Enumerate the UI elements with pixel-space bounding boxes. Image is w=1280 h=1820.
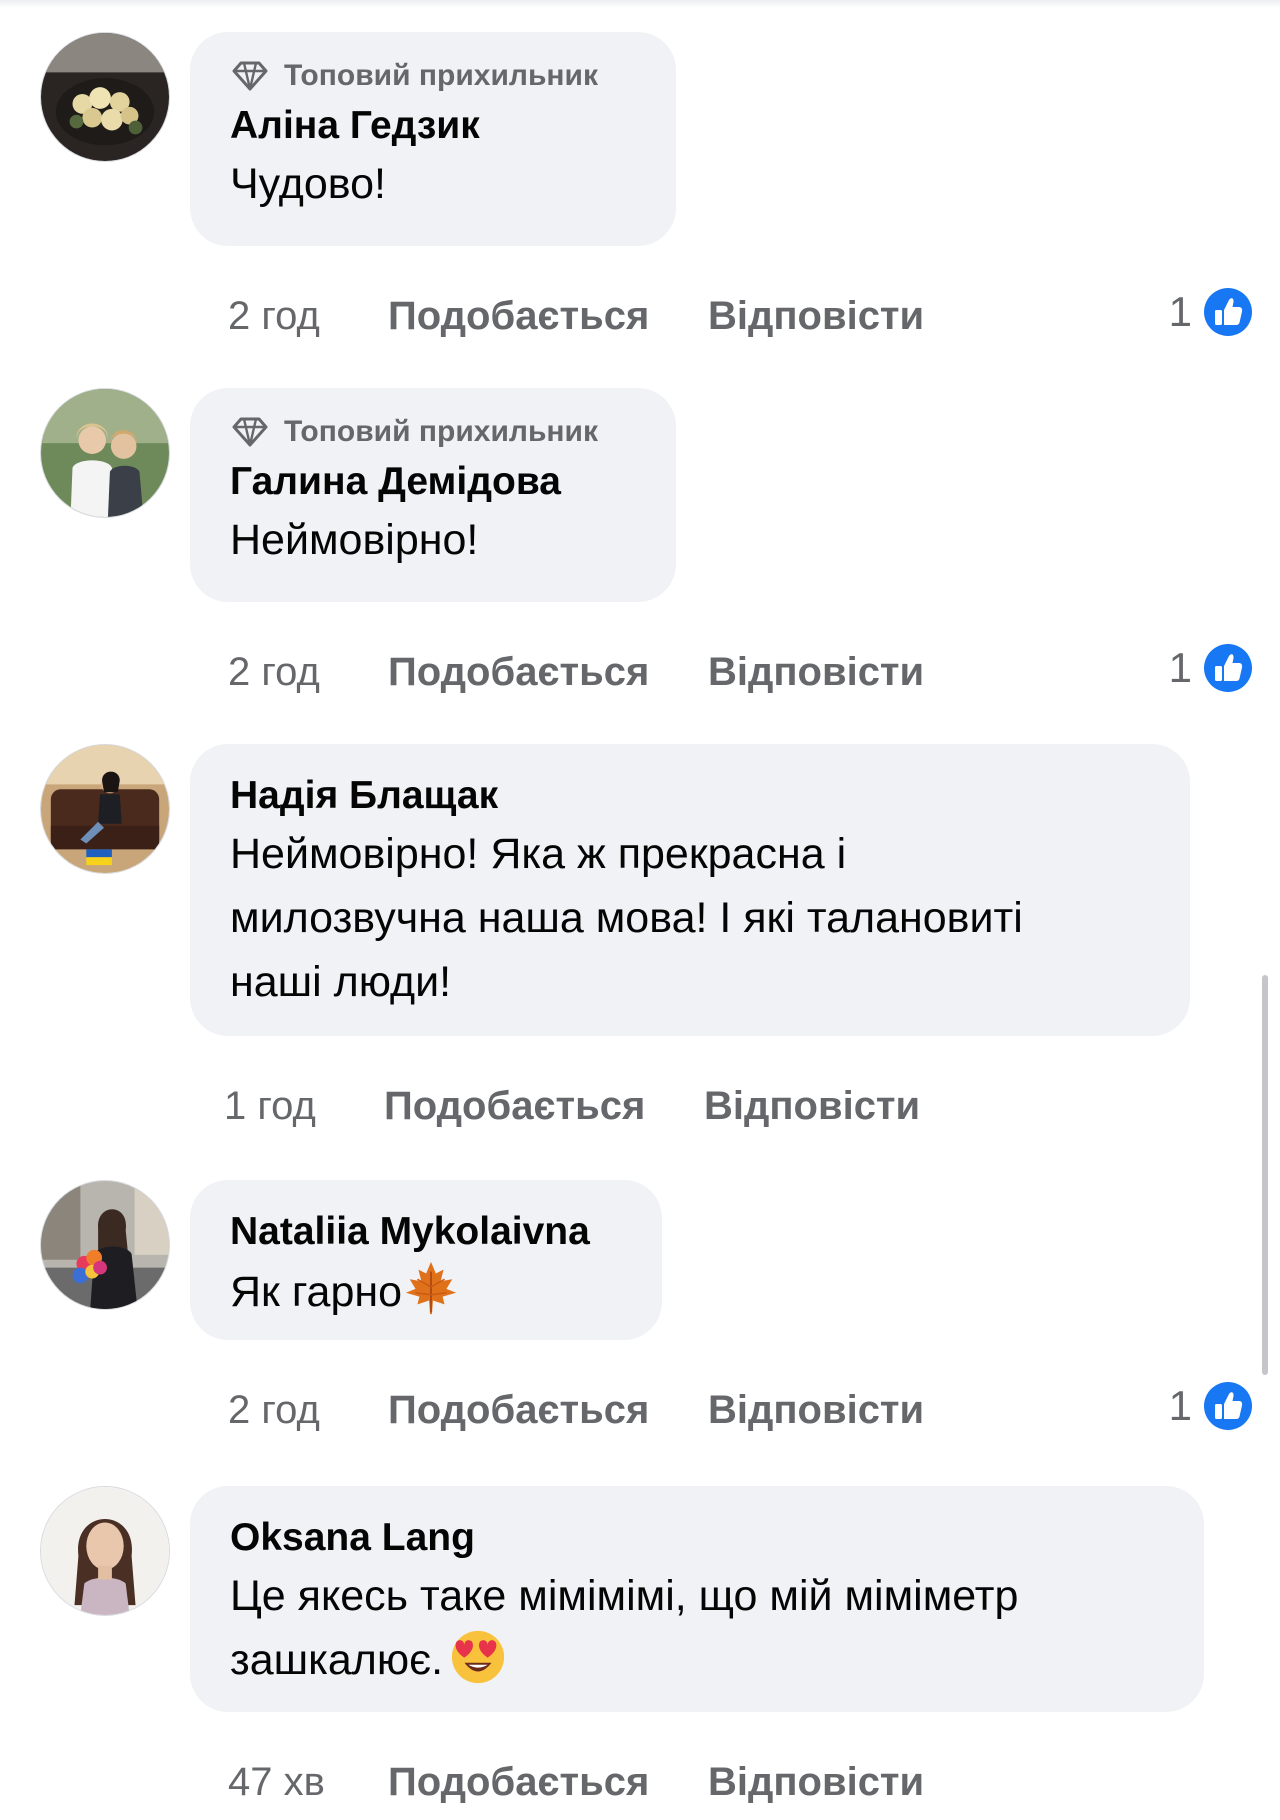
diamond-icon <box>232 417 268 447</box>
comment-bubble: Надія Блащак Неймовірно! Яка ж прекрасна… <box>190 744 1190 1036</box>
reaction-count[interactable]: 1 <box>1169 1376 1256 1436</box>
commenter-name[interactable]: Галина Демідова <box>230 456 636 508</box>
avatar-woman-bouquet-image <box>41 1181 169 1309</box>
comment-text-line: Неймовірно! Яка ж прекрасна і <box>230 830 847 878</box>
reply-button[interactable]: Відповісти <box>708 650 924 695</box>
comment-actions: 2 год Подобається Відповісти <box>228 286 924 346</box>
reaction-number: 1 <box>1168 1382 1192 1429</box>
comment-text-line: зашкалює. <box>230 1628 1164 1692</box>
comment-time[interactable]: 1 год <box>224 1084 384 1129</box>
like-button[interactable]: Подобається <box>388 1760 708 1805</box>
like-icon <box>1201 641 1255 695</box>
comment-time[interactable]: 47 хв <box>228 1760 388 1805</box>
commenter-name[interactable]: Oksana Lang <box>230 1512 1164 1564</box>
avatar[interactable] <box>40 1486 170 1616</box>
avatar[interactable] <box>40 388 170 518</box>
comment-bubble: Oksana Lang Це якесь таке мімімімі, що м… <box>190 1486 1204 1712</box>
top-fan-badge: Топовий прихильник <box>230 414 636 450</box>
comment-text-line: наші люди! <box>230 958 452 1006</box>
avatar-woman-sofa-image <box>41 745 169 873</box>
reaction-count[interactable]: 1 <box>1169 282 1256 342</box>
scrollbar[interactable] <box>1262 975 1268 1375</box>
comment-text: Чудово! <box>230 160 386 208</box>
avatar-two-women-image <box>41 389 169 517</box>
commenter-name[interactable]: Nataliia Mykolaivna <box>230 1206 622 1258</box>
maple-leaf-emoji <box>405 1261 457 1315</box>
comment-text-line: милозвучна наша мова! І які талановиті <box>230 894 1023 942</box>
reaction-number: 1 <box>1168 644 1192 691</box>
commenter-name[interactable]: Надія Блащак <box>230 770 1150 822</box>
top-divider <box>0 0 1280 8</box>
comment-actions: 2 год Подобається Відповісти <box>228 642 924 702</box>
like-button[interactable]: Подобається <box>384 1084 704 1129</box>
comment-time[interactable]: 2 год <box>228 294 388 339</box>
comment-time[interactable]: 2 год <box>228 1388 388 1433</box>
heart-eyes-emoji <box>451 1630 505 1684</box>
comment-actions: 1 год Подобається Відповісти <box>224 1076 920 1136</box>
commenter-name[interactable]: Аліна Гедзик <box>230 100 636 152</box>
comment-text-content: зашкалює. <box>230 1636 444 1684</box>
avatar[interactable] <box>40 32 170 162</box>
comment-time[interactable]: 2 год <box>228 650 388 695</box>
like-button[interactable]: Подобається <box>388 294 708 339</box>
reply-button[interactable]: Відповісти <box>704 1084 920 1129</box>
comment-text: Як гарно <box>230 1258 622 1324</box>
reply-button[interactable]: Відповісти <box>708 294 924 339</box>
badge-label: Топовий прихильник <box>284 59 598 92</box>
badge-label: Топовий прихильник <box>284 415 598 448</box>
like-icon <box>1201 1379 1255 1433</box>
avatar-flowers-image <box>41 33 169 161</box>
comment-bubble: Топовий прихильник Галина Демідова Неймо… <box>190 388 676 602</box>
diamond-icon <box>232 61 268 91</box>
top-fan-badge: Топовий прихильник <box>230 58 636 94</box>
comment-actions: 47 хв Подобається Відповісти <box>228 1752 924 1812</box>
reply-button[interactable]: Відповісти <box>708 1388 924 1433</box>
comment-bubble: Nataliia Mykolaivna Як гарно <box>190 1180 662 1340</box>
comment-bubble: Топовий прихильник Аліна Гедзик Чудово! <box>190 32 676 246</box>
comment-text-line: Це якесь таке мімімімі, що мій міміметр <box>230 1572 1019 1620</box>
like-icon <box>1201 285 1255 339</box>
reaction-count[interactable]: 1 <box>1169 638 1256 698</box>
comment-text-content: Як гарно <box>230 1268 403 1316</box>
avatar[interactable] <box>40 1180 170 1310</box>
avatar[interactable] <box>40 744 170 874</box>
like-button[interactable]: Подобається <box>388 1388 708 1433</box>
reply-button[interactable]: Відповісти <box>708 1760 924 1805</box>
like-button[interactable]: Подобається <box>388 650 708 695</box>
comment-actions: 2 год Подобається Відповісти <box>228 1380 924 1440</box>
avatar-woman-portrait-image <box>41 1487 169 1615</box>
reaction-number: 1 <box>1168 288 1192 335</box>
comment-text: Неймовірно! <box>230 516 479 564</box>
